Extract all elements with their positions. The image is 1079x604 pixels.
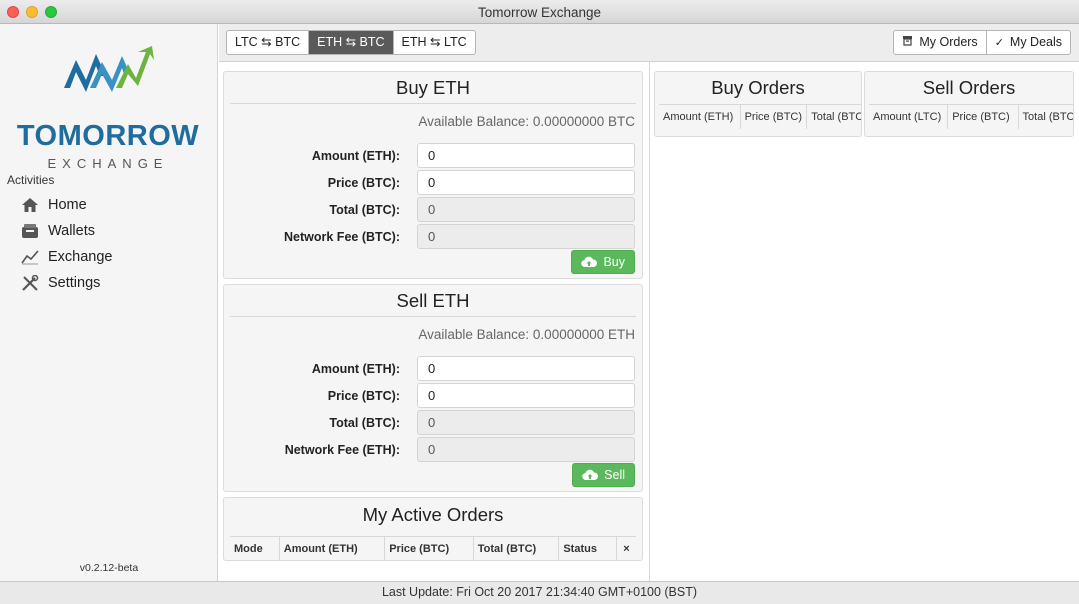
- active-orders-header: Mode Amount (ETH) Price (BTC) Total (BTC…: [230, 536, 636, 561]
- column-header: Total (BTC): [1022, 111, 1074, 123]
- sidebar-item-label: Exchange: [48, 249, 113, 265]
- status-bar: Last Update: Fri Oct 20 2017 21:34:40 GM…: [0, 581, 1079, 604]
- pair-ltc-btc-button[interactable]: LTC ⇆ BTC: [227, 31, 310, 54]
- logo-mark-icon: [64, 46, 154, 92]
- column-header: Amount (ETH): [659, 105, 741, 129]
- column-header: Amount (LTC): [869, 105, 949, 129]
- active-orders-title: My Active Orders: [362, 504, 504, 525]
- home-icon: [20, 196, 40, 214]
- buy-price-input[interactable]: [417, 170, 635, 195]
- wallet-icon: [20, 222, 40, 240]
- buy-price-label: Price (BTC):: [327, 176, 400, 190]
- sell-orders-header: Amount (LTC) Price (BTC) Total (BTC): [869, 104, 1073, 129]
- sell-orders-title: Sell Orders: [922, 77, 1016, 98]
- column-header: Price (BTC): [948, 105, 1019, 129]
- sidebar-item-label: Wallets: [48, 223, 95, 239]
- tools-icon: [20, 274, 40, 292]
- buy-network-fee-field: [417, 224, 635, 249]
- sell-available-balance: Available Balance: 0.00000000 ETH: [418, 327, 635, 342]
- remove-column-header: ×: [623, 543, 630, 555]
- active-orders-panel: My Active Orders Mode Amount (ETH) Price…: [223, 497, 643, 561]
- orders-deals-selector: My Orders ✓ My Deals: [893, 30, 1071, 55]
- sell-network-fee-field: [417, 437, 635, 462]
- column-header: Price (BTC): [385, 537, 474, 561]
- sidebar-item-settings[interactable]: Settings: [20, 270, 113, 296]
- my-orders-label: My Orders: [919, 35, 978, 49]
- order-book-pane: [649, 62, 1079, 581]
- buy-amount-input[interactable]: [417, 143, 635, 168]
- top-toolbar: LTC ⇆ BTC ETH ⇆ BTC ETH ⇆ LTC My Orders …: [219, 24, 1079, 62]
- column-header: Price (BTC): [741, 105, 808, 129]
- buy-panel-title: Buy ETH: [395, 77, 471, 98]
- orders-icon: [902, 32, 913, 54]
- buy-orders-title: Buy Orders: [711, 77, 805, 98]
- checkmark-icon: ✓: [994, 37, 1004, 49]
- sidebar-item-label: Settings: [48, 275, 101, 291]
- column-header: Total (BTC): [474, 537, 560, 561]
- buy-network-fee-label: Network Fee (BTC):: [284, 230, 400, 244]
- sell-button[interactable]: Sell: [572, 463, 635, 487]
- my-deals-label: My Deals: [1009, 35, 1062, 49]
- buy-available-balance: Available Balance: 0.00000000 BTC: [418, 114, 635, 129]
- buy-orders-header: Amount (ETH) Price (BTC) Total (BTC): [659, 104, 861, 129]
- logo-wordmark: TOMORROW: [16, 120, 200, 152]
- window-title: Tomorrow Exchange: [477, 5, 602, 20]
- sell-price-label: Price (BTC):: [327, 389, 400, 403]
- chart-line-icon: [20, 248, 40, 266]
- my-deals-button[interactable]: ✓ My Deals: [987, 31, 1070, 54]
- buy-button[interactable]: Buy: [571, 250, 635, 274]
- sidebar-item-wallets[interactable]: Wallets: [20, 218, 113, 244]
- column-header: Amount (ETH): [280, 537, 386, 561]
- brand-logo: TOMORROW EXCHANGE: [8, 46, 208, 176]
- sell-total-label: Total (BTC):: [329, 416, 400, 430]
- buy-total-label: Total (BTC):: [329, 203, 400, 217]
- column-header: Status: [559, 537, 618, 561]
- buy-total-field: [417, 197, 635, 222]
- column-header: Mode: [230, 537, 280, 561]
- sell-amount-input[interactable]: [417, 356, 635, 381]
- sell-amount-label: Amount (ETH):: [311, 362, 400, 376]
- cloud-upload-icon: [582, 469, 599, 481]
- app-version: v0.2.12-beta: [79, 562, 139, 574]
- sell-panel: Sell ETH Available Balance: 0.00000000 E…: [223, 284, 643, 492]
- sidebar-item-home[interactable]: Home: [20, 192, 113, 218]
- sidebar-nav: Home Wallets Exchange Settings: [20, 192, 113, 296]
- sell-total-field: [417, 410, 635, 435]
- sell-panel-title: Sell ETH: [396, 290, 470, 311]
- sell-price-input[interactable]: [417, 383, 635, 408]
- pair-selector: LTC ⇆ BTC ETH ⇆ BTC ETH ⇆ LTC: [226, 30, 476, 55]
- sell-orders-panel: Sell Orders Amount (LTC) Price (BTC) Tot…: [864, 71, 1074, 137]
- pair-eth-btc-button[interactable]: ETH ⇆ BTC: [309, 31, 394, 54]
- column-header: Total (BTC): [811, 111, 861, 123]
- logo-subtitle: EXCHANGE: [47, 156, 169, 171]
- window-titlebar: Tomorrow Exchange: [0, 0, 1079, 24]
- cloud-upload-icon: [581, 256, 598, 268]
- sell-network-fee-label: Network Fee (ETH):: [284, 443, 400, 457]
- sidebar-item-exchange[interactable]: Exchange: [20, 244, 113, 270]
- buy-orders-panel: Buy Orders Amount (ETH) Price (BTC) Tota…: [654, 71, 862, 137]
- my-orders-button[interactable]: My Orders: [894, 31, 987, 54]
- pair-eth-ltc-button[interactable]: ETH ⇆ LTC: [394, 31, 475, 54]
- activities-heading: Activities: [7, 173, 55, 187]
- buy-amount-label: Amount (ETH):: [311, 149, 400, 163]
- sidebar: TOMORROW EXCHANGE Activities Home Wallet…: [0, 24, 218, 581]
- buy-panel: Buy ETH Available Balance: 0.00000000 BT…: [223, 71, 643, 279]
- sell-button-label: Sell: [604, 468, 625, 482]
- sidebar-item-label: Home: [48, 197, 87, 213]
- buy-button-label: Buy: [603, 255, 625, 269]
